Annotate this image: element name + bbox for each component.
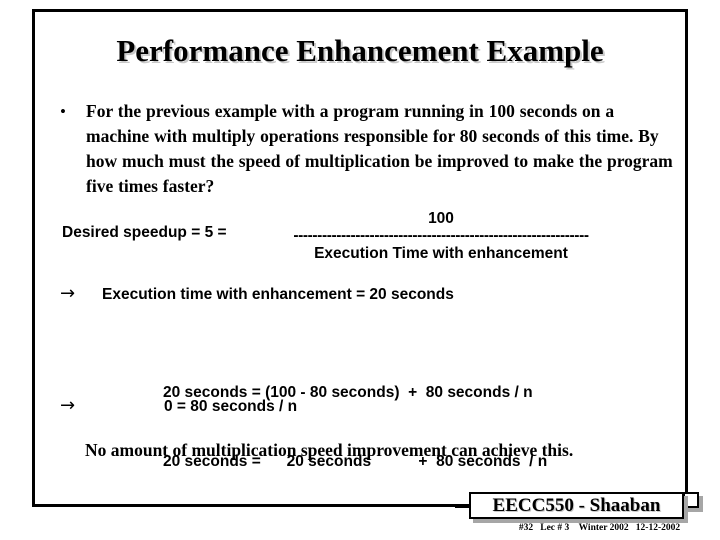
execution-time-result: Execution time with enhancement = 20 sec… xyxy=(102,286,454,303)
fraction-bar: ----------------------------------------… xyxy=(293,228,589,243)
fraction-numerator: 100 xyxy=(428,210,454,227)
footer-course-label: EECC550 - Shaaban xyxy=(492,494,661,516)
slide-canvas: Performance Enhancement Example • For th… xyxy=(0,0,720,540)
speedup-fraction: 100 ------------------------------------… xyxy=(283,209,599,264)
bullet-item-text: For the previous example with a program … xyxy=(86,101,673,196)
right-arrow-icon: → xyxy=(60,395,76,416)
bullet-item: • For the previous example with a progra… xyxy=(60,99,680,199)
conclusion-text: No amount of multiplication speed improv… xyxy=(85,440,574,460)
derivation-line-1: → Execution time with enhancement = 20 s… xyxy=(60,284,454,305)
derivation-line-2: → 0 = 80 seconds / n xyxy=(60,396,297,417)
bullet-block: • For the previous example with a progra… xyxy=(60,99,680,199)
fraction-denominator: Execution Time with enhancement xyxy=(314,245,568,262)
footer-meta-label: #32 Lec # 3 Winter 2002 12-12-2002 xyxy=(518,523,681,533)
final-result: 0 = 80 seconds / n xyxy=(164,398,298,415)
right-arrow-icon: → xyxy=(60,283,76,304)
speedup-label: Desired speedup = 5 = xyxy=(62,224,227,241)
bullet-marker-icon: • xyxy=(60,102,66,121)
footer-course-box: EECC550 - Shaaban xyxy=(469,492,684,519)
page-title: Performance Enhancement Example xyxy=(116,33,604,68)
footer-badge: EECC550 - Shaaban #32 Lec # 3 Winter 200… xyxy=(455,489,703,537)
speedup-equation: Desired speedup = 5 = 100 --------------… xyxy=(62,209,662,269)
